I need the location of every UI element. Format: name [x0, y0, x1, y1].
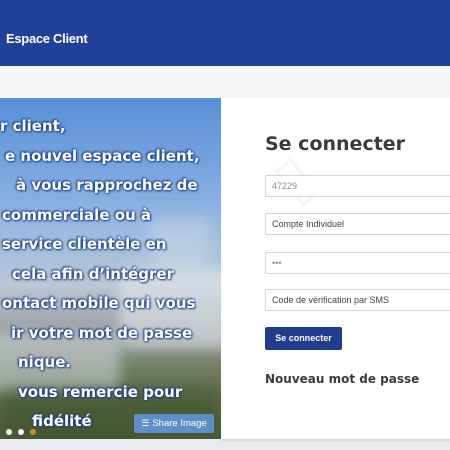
share-image-button[interactable]: ☰ Share Image — [134, 414, 214, 433]
banner-message: r client, e nouvel espace client, à vous… — [0, 112, 221, 437]
banner-line: nique. — [18, 353, 72, 371]
banner-line: commerciale ou à — [2, 205, 152, 224]
carousel-dot-active[interactable] — [30, 429, 36, 435]
banner-line: r client, — [0, 117, 66, 135]
banner-line: service clientèle en — [2, 235, 167, 253]
banner-line: ir votre mot de passe — [11, 323, 193, 342]
sms-code-input[interactable]: Code de vérification par SMS — [265, 289, 450, 311]
banner-line: cela afin d’intégrer — [12, 264, 174, 283]
banner-line: vous remercie pour — [18, 382, 183, 401]
carousel-dots — [6, 422, 42, 439]
share-image-label: Share Image — [152, 418, 207, 429]
banner-line: à vous rapprochez de — [16, 176, 198, 194]
banner-line: ontact mobile qui vous — [2, 294, 196, 312]
account-type-select[interactable]: Compte Individuel — [265, 213, 450, 235]
login-button[interactable]: Se connecter — [265, 327, 342, 350]
password-input[interactable]: ••• — [265, 252, 450, 274]
carousel-dot[interactable] — [18, 429, 24, 435]
new-password-link[interactable]: Nouveau mot de passe — [265, 372, 419, 386]
top-header: Espace Client — [0, 0, 450, 66]
account-number-input[interactable]: 47229 — [265, 175, 450, 197]
carousel-dot[interactable] — [6, 429, 12, 435]
login-title: Se connecter — [265, 133, 406, 155]
layers-icon: ☰ — [141, 418, 150, 428]
welcome-banner: r client, e nouvel espace client, à vous… — [0, 98, 221, 439]
brand-title[interactable]: Espace Client — [6, 31, 88, 46]
panel-shadow — [221, 439, 450, 443]
banner-line: e nouvel espace client, — [5, 146, 200, 165]
